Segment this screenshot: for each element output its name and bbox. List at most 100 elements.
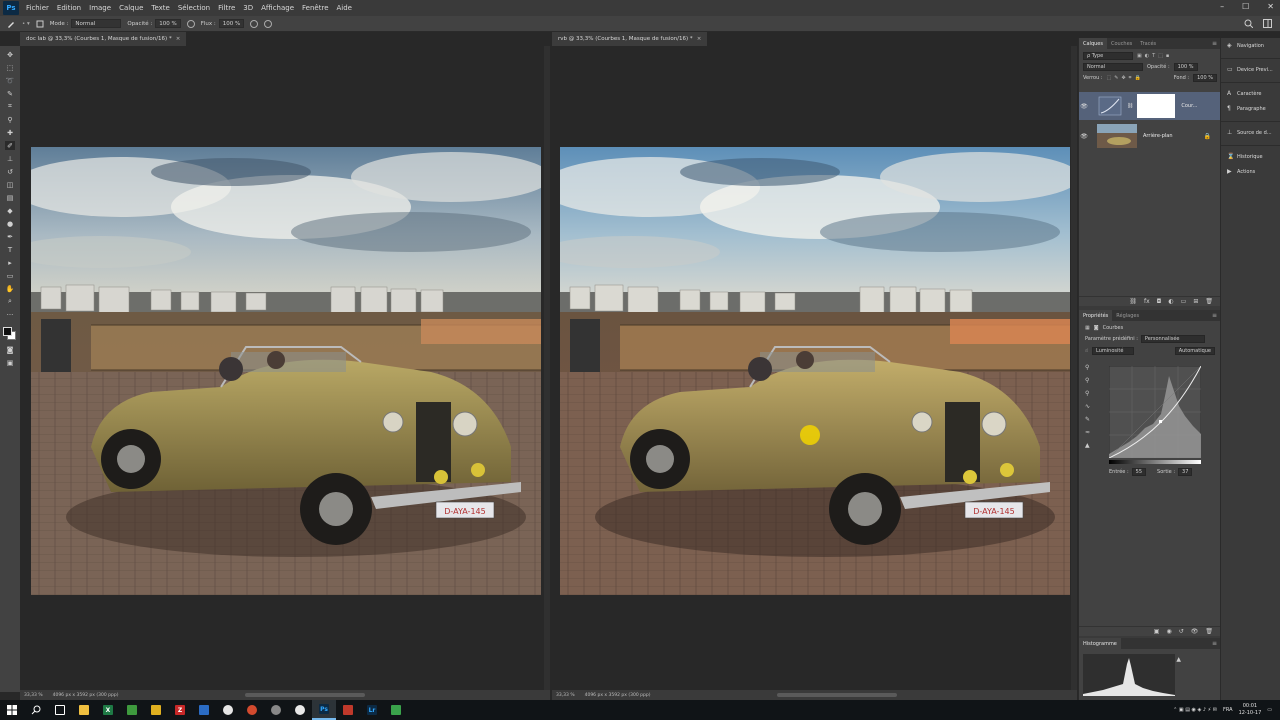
document-info[interactable]: 4096 px x 3592 px (300 ppp) (579, 693, 657, 698)
app-button[interactable] (288, 700, 312, 720)
toggle-visibility-icon[interactable]: 👁 (1191, 628, 1199, 635)
file-explorer-button[interactable] (72, 700, 96, 720)
app-button[interactable]: Z (168, 700, 192, 720)
visibility-eye-icon[interactable]: 👁 (1079, 133, 1089, 140)
document-tab-rvb[interactable]: rvb @ 33,3% (Courbes 1, Masque de fusion… (552, 32, 708, 46)
panel-actions[interactable]: ▶ Actions (1221, 164, 1280, 179)
clip-to-layer-icon[interactable]: ▣ (1154, 628, 1160, 635)
excel-button[interactable]: X (96, 700, 120, 720)
type-tool-icon[interactable]: T (5, 245, 15, 254)
screen-mode-icon[interactable]: ▣ (5, 358, 15, 367)
lightroom-button[interactable]: Lr (360, 700, 384, 720)
gradient-tool-icon[interactable]: ▤ (5, 193, 15, 202)
workspace-icon[interactable] (1263, 19, 1272, 28)
app-button[interactable] (192, 700, 216, 720)
panel-caractere[interactable]: A Caractère (1221, 86, 1280, 101)
curves-graph[interactable] (1109, 366, 1201, 458)
layer-row-background[interactable]: 👁 Arrière-plan 🔒 (1079, 122, 1221, 150)
flow-input[interactable]: 100 % (218, 19, 245, 28)
menu-aide[interactable]: Aide (333, 4, 356, 12)
menu-filtre[interactable]: Filtre (214, 4, 239, 12)
pressure-size-icon[interactable] (264, 19, 273, 28)
color-swatches[interactable] (3, 327, 17, 341)
lasso-tool-icon[interactable]: ➰ (5, 76, 15, 85)
menu-fenetre[interactable]: Fenêtre (298, 4, 332, 12)
clock[interactable]: 00:01 12-10-17 (1239, 703, 1262, 717)
brush-tool-icon[interactable]: ✐ (5, 141, 15, 150)
menu-affichage[interactable]: Affichage (257, 4, 298, 12)
zoom-level[interactable]: 33,33 % (20, 693, 47, 698)
menu-texte[interactable]: Texte (147, 4, 173, 12)
layer-mask-thumb[interactable] (1137, 94, 1176, 118)
search-button[interactable] (24, 700, 48, 720)
tab-traces[interactable]: Tracés (1136, 38, 1160, 49)
panel-source[interactable]: ⊥ Source de d... (1221, 125, 1280, 140)
curve-smooth-icon[interactable]: ≈ (1085, 429, 1090, 436)
path-select-tool-icon[interactable]: ▸ (5, 258, 15, 267)
layer-name[interactable]: Arrière-plan (1143, 133, 1173, 139)
start-button[interactable] (0, 700, 24, 720)
eyedropper-black-icon[interactable]: ⚲ (1085, 364, 1090, 371)
menu-image[interactable]: Image (85, 4, 115, 12)
document-info[interactable]: 4096 px x 3592 px (300 ppp) (47, 693, 125, 698)
canvas-area[interactable]: D-AYA-145 (20, 46, 544, 690)
pen-tool-icon[interactable]: ✒ (5, 232, 15, 241)
healing-tool-icon[interactable]: ✚ (5, 128, 15, 137)
menu-calque[interactable]: Calque (115, 4, 147, 12)
app-button[interactable] (120, 700, 144, 720)
search-icon[interactable] (1244, 19, 1253, 28)
eyedropper-white-icon[interactable]: ⚲ (1085, 390, 1090, 397)
add-mask-icon[interactable]: ◘ (1157, 298, 1162, 305)
vertical-scrollbar[interactable] (544, 46, 550, 690)
document-tab-lab[interactable]: doc lab @ 33,3% (Courbes 1, Masque de fu… (20, 32, 187, 46)
panel-device-preview[interactable]: ▭ Device Previ... (1221, 62, 1280, 77)
move-tool-icon[interactable]: ✥ (5, 50, 15, 59)
quick-select-tool-icon[interactable]: ✎ (5, 89, 15, 98)
layer-filter-select[interactable]: ρ Type (1083, 52, 1133, 60)
tab-proprietes[interactable]: Propriétés (1079, 310, 1113, 321)
eyedropper-gray-icon[interactable]: ⚲ (1085, 377, 1090, 384)
minimize-button[interactable]: – (1220, 2, 1224, 11)
blur-tool-icon[interactable]: ◆ (5, 206, 15, 215)
delete-adjustment-icon[interactable]: 🗑 (1205, 628, 1213, 635)
brush-size-picker[interactable]: • ▾ (22, 21, 30, 27)
menu-edition[interactable]: Edition (53, 4, 85, 12)
menu-fichier[interactable]: Fichier (22, 4, 53, 12)
output-value[interactable]: 37 (1178, 468, 1193, 476)
reset-icon[interactable]: ↺ (1179, 628, 1184, 635)
close-tab-icon[interactable]: × (697, 36, 702, 42)
delete-layer-icon[interactable]: 🗑 (1205, 298, 1213, 305)
fill-input[interactable]: 100 % (1193, 74, 1217, 82)
curve-point-icon[interactable]: ∿ (1085, 403, 1090, 410)
view-previous-icon[interactable]: ◉ (1166, 628, 1171, 635)
app-button[interactable] (384, 700, 408, 720)
preset-select[interactable]: Personnalisée (1140, 335, 1205, 343)
more-tools-icon[interactable]: ··· (5, 310, 15, 319)
tab-histogramme[interactable]: Histogramme (1079, 638, 1121, 649)
chain-link-icon[interactable]: ⛓ (1127, 103, 1133, 109)
app-button[interactable] (216, 700, 240, 720)
curve-pencil-icon[interactable]: ✎ (1085, 416, 1090, 423)
input-value[interactable]: 55 (1131, 468, 1147, 476)
panel-paragraphe[interactable]: ¶ Paragraphe (1221, 101, 1280, 116)
marquee-tool-icon[interactable]: ⬚ (5, 63, 15, 72)
new-group-icon[interactable]: ▭ (1181, 298, 1187, 305)
menu-selection[interactable]: Sélection (174, 4, 214, 12)
layer-opacity-input[interactable]: 100 % (1173, 63, 1198, 71)
hand-tool-icon[interactable]: ✋ (5, 284, 15, 293)
mask-icon[interactable]: ◙ (1094, 325, 1099, 331)
airbrush-icon[interactable] (250, 19, 259, 28)
task-view-button[interactable] (48, 700, 72, 720)
panel-navigation[interactable]: ◈ Navigation (1221, 38, 1280, 53)
tab-reglages[interactable]: Réglages (1112, 310, 1143, 321)
app-button[interactable] (336, 700, 360, 720)
brush-panel-toggle[interactable] (36, 20, 44, 28)
opacity-input[interactable]: 100 % (155, 19, 181, 28)
panel-historique[interactable]: ⌛ Historique (1221, 149, 1280, 164)
layer-filter-icons[interactable]: ▣◐T⬚▪ (1137, 53, 1172, 59)
brush-preset-picker[interactable] (6, 19, 16, 29)
new-layer-icon[interactable]: ⊞ (1193, 298, 1198, 305)
zoom-tool-icon[interactable]: ⌕ (5, 297, 15, 306)
clone-stamp-tool-icon[interactable]: ⊥ (5, 154, 15, 163)
channel-select[interactable]: Luminosité (1092, 347, 1135, 355)
